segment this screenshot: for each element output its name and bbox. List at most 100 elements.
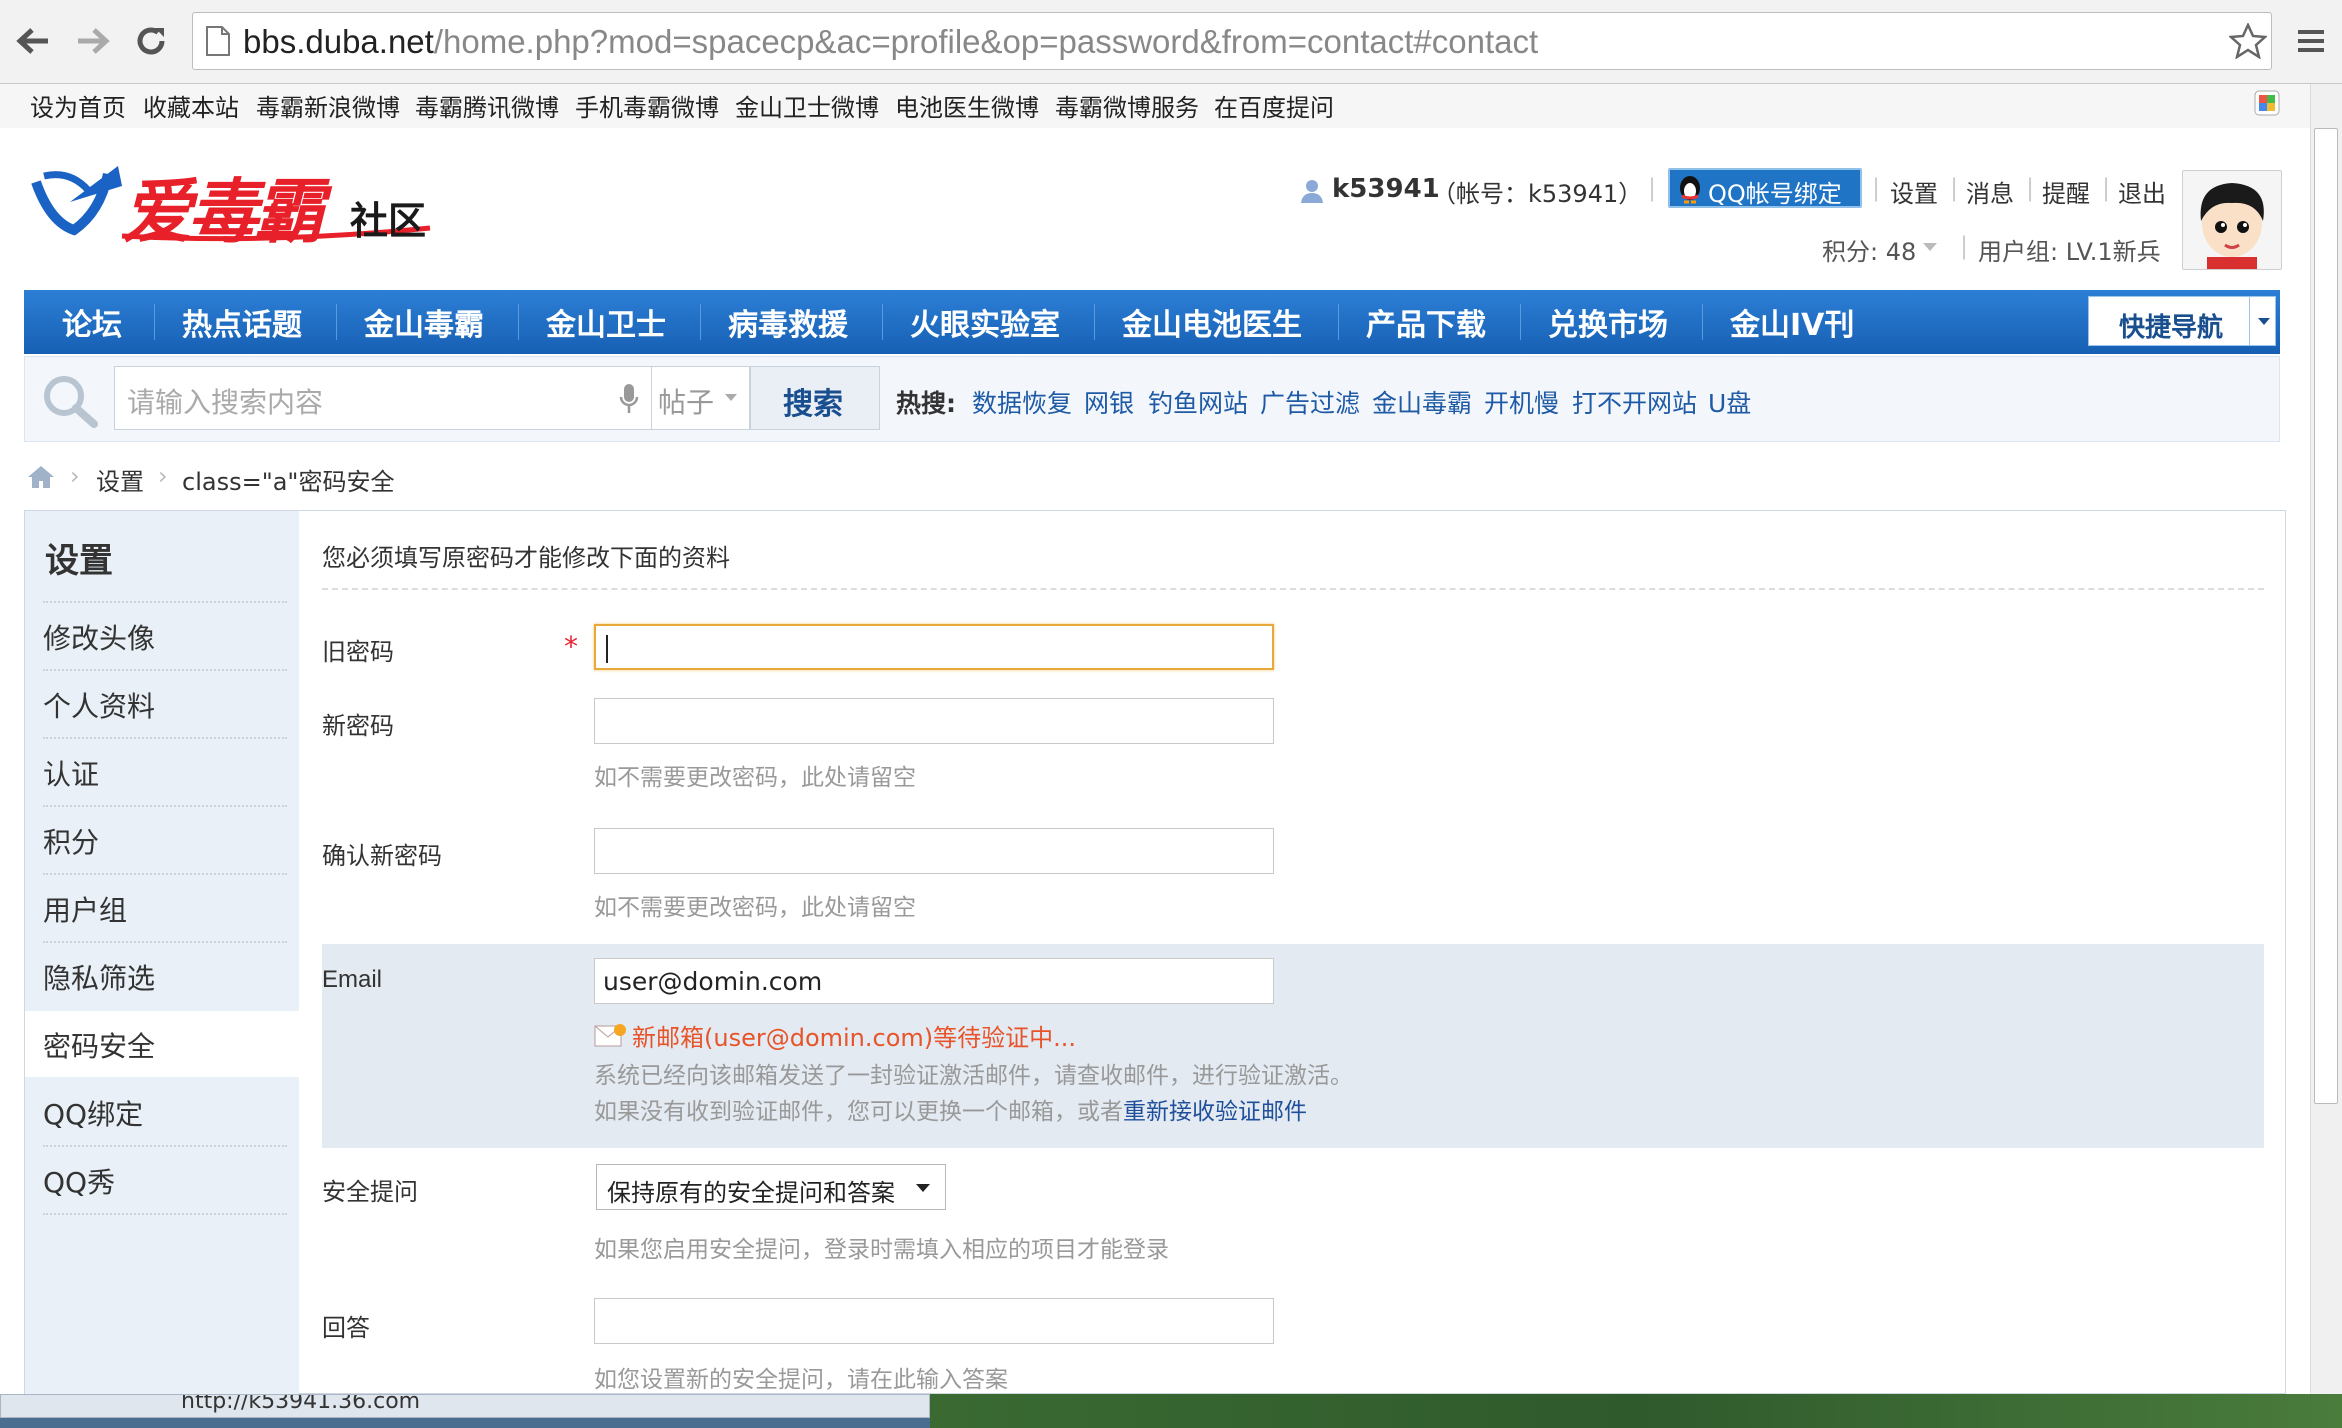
answer-hint: 如您设置新的安全提问，请在此输入答案	[594, 1367, 1008, 1393]
nav-item-magazine[interactable]: 金山IV刊	[1730, 300, 1854, 344]
messages-link[interactable]: 消息	[1966, 174, 2014, 209]
user-group-link[interactable]: 用户组: LV.1新兵	[1978, 232, 2161, 267]
nav-item-hot-topics[interactable]: 热点话题	[182, 300, 302, 344]
back-icon[interactable]	[6, 14, 60, 68]
email-pending-text: 新邮箱(user@domin.com)等待验证中...	[632, 1024, 1077, 1052]
security-question-value: 保持原有的安全提问和答案	[607, 1179, 895, 1207]
sidebar-item-avatar[interactable]: 修改头像	[43, 617, 155, 657]
sidebar-item-qq-bind[interactable]: QQ绑定	[43, 1093, 143, 1133]
qq-penguin-icon	[1676, 174, 1704, 204]
hot-search-link[interactable]: 网银	[1084, 384, 1134, 420]
scrollbar-thumb[interactable]	[2314, 128, 2338, 1104]
chevron-down-icon	[724, 393, 738, 403]
sidebar-item-points[interactable]: 积分	[43, 821, 99, 861]
nav-item-forum[interactable]: 论坛	[62, 300, 122, 344]
resend-email-link[interactable]: 重新接收验证邮件	[1123, 1099, 1307, 1125]
status-bar: http://k53941.36.com	[0, 1394, 930, 1418]
bookmark-link[interactable]: 电池医生微博	[895, 88, 1039, 123]
confirm-password-label: 确认新密码	[322, 842, 442, 870]
hot-search-link[interactable]: 数据恢复	[972, 384, 1072, 420]
old-password-input[interactable]	[594, 624, 1274, 670]
nav-item-lab[interactable]: 火眼实验室	[910, 300, 1060, 344]
answer-label: 回答	[322, 1314, 370, 1342]
forward-icon[interactable]	[66, 14, 120, 68]
hot-search-link[interactable]: 广告过滤	[1260, 384, 1360, 420]
bookmark-link[interactable]: 收藏本站	[143, 88, 239, 123]
username-link[interactable]: k53941	[1332, 174, 1440, 204]
bookmark-link[interactable]: 毒霸新浪微博	[256, 88, 400, 123]
security-question-hint: 如果您启用安全提问，登录时需填入相应的项目才能登录	[594, 1237, 1169, 1263]
new-password-hint: 如不需要更改密码，此处请留空	[594, 765, 916, 791]
logo-text: 爱毒霸	[122, 171, 324, 253]
breadcrumb-settings[interactable]: 设置	[96, 462, 144, 497]
reload-icon[interactable]	[124, 14, 178, 68]
hot-search-link[interactable]: U盘	[1708, 384, 1751, 420]
bookmark-link[interactable]: 毒霸微博服务	[1055, 88, 1199, 123]
avatar[interactable]	[2182, 170, 2282, 270]
address-bar[interactable]: bbs.duba.net/home.php?mod=spacecp&ac=pro…	[192, 12, 2272, 70]
answer-input[interactable]	[594, 1298, 1274, 1344]
menu-icon[interactable]	[2284, 14, 2338, 68]
site-logo[interactable]: 爱毒霸 社区	[30, 152, 440, 253]
chevron-down-icon	[915, 1183, 931, 1193]
qq-bind-label: QQ帐号绑定	[1708, 180, 1842, 208]
quick-nav-label: 快捷导航	[2119, 313, 2224, 343]
bookmark-link[interactable]: 毒霸腾讯微博	[415, 88, 559, 123]
url-text: bbs.duba.net/home.php?mod=spacecp&ac=pro…	[243, 23, 1539, 60]
email-input[interactable]: user@domin.com	[594, 958, 1274, 1004]
nav-item-duba[interactable]: 金山毒霸	[364, 300, 484, 344]
logout-link[interactable]: 退出	[2118, 174, 2166, 209]
search-icon	[40, 372, 100, 428]
security-question-label: 安全提问	[322, 1178, 418, 1206]
search-input[interactable]: 请输入搜索内容	[114, 366, 652, 430]
nav-item-guard[interactable]: 金山卫士	[546, 300, 666, 344]
nav-item-exchange[interactable]: 兑换市场	[1548, 300, 1668, 344]
old-password-label: 旧密码	[322, 638, 394, 666]
microphone-icon[interactable]	[619, 383, 639, 415]
sidebar-item-qq-show[interactable]: QQ秀	[43, 1161, 115, 1201]
hot-search-link[interactable]: 打不开网站	[1572, 384, 1697, 420]
status-url: http://k53941.36.com	[181, 1394, 421, 1414]
new-password-input[interactable]	[594, 698, 1274, 744]
breadcrumb-current: class="a"密码安全	[182, 468, 395, 496]
page-icon	[205, 25, 231, 57]
bookmarks-bar: 设为首页 收藏本站 毒霸新浪微博 毒霸腾讯微博 手机毒霸微博 金山卫士微博 电池…	[0, 84, 2310, 128]
security-question-select[interactable]: 保持原有的安全提问和答案	[596, 1164, 946, 1210]
sidebar-item-password-label: 密码安全	[43, 1030, 156, 1063]
bookmark-link[interactable]: 金山卫士微博	[735, 88, 879, 123]
bookmark-link[interactable]: 手机毒霸微博	[575, 88, 719, 123]
email-value: user@domin.com	[603, 967, 823, 996]
email-info-line2: 如果没有收到验证邮件，您可以更换一个邮箱，或者重新接收验证邮件	[594, 1099, 1307, 1125]
notifications-link[interactable]: 提醒	[2042, 174, 2090, 209]
chevron-down-icon[interactable]	[1922, 242, 1938, 252]
hot-search-link[interactable]: 金山毒霸	[1372, 384, 1472, 420]
star-icon[interactable]	[2229, 23, 2267, 59]
extension-icon[interactable]	[2254, 90, 2280, 116]
search-type-value: 帖子	[658, 386, 715, 419]
sidebar-item-profile[interactable]: 个人资料	[43, 685, 155, 725]
bookmark-link[interactable]: 在百度提问	[1214, 88, 1334, 123]
logo-subtext: 社区	[350, 199, 427, 243]
divider	[322, 588, 2264, 590]
hot-search-link[interactable]: 钓鱼网站	[1148, 384, 1248, 420]
search-button[interactable]: 搜索	[750, 366, 880, 430]
points-link[interactable]: 积分: 48	[1822, 232, 1916, 267]
nav-item-downloads[interactable]: 产品下载	[1366, 300, 1486, 344]
search-button-label: 搜索	[783, 387, 843, 422]
qq-bind-button[interactable]: QQ帐号绑定	[1668, 168, 1862, 208]
home-icon[interactable]	[26, 464, 56, 490]
search-type-select[interactable]: 帖子	[652, 366, 750, 430]
search-placeholder: 请输入搜索内容	[127, 386, 324, 419]
desktop-background	[930, 1394, 2342, 1428]
quick-nav-button[interactable]: 快捷导航	[2088, 296, 2276, 346]
confirm-password-input[interactable]	[594, 828, 1274, 874]
sidebar-item-privacy[interactable]: 隐私筛选	[43, 957, 155, 997]
settings-link[interactable]: 设置	[1890, 174, 1938, 209]
nav-item-battery-doctor[interactable]: 金山电池医生	[1122, 300, 1302, 344]
sidebar-item-verify[interactable]: 认证	[43, 753, 99, 793]
sidebar-item-usergroup[interactable]: 用户组	[43, 889, 127, 929]
sidebar-item-password[interactable]: 密码安全	[25, 1011, 301, 1077]
hot-search-link[interactable]: 开机慢	[1484, 384, 1559, 420]
bookmark-link[interactable]: 设为首页	[30, 88, 126, 123]
nav-item-virus-rescue[interactable]: 病毒救援	[728, 300, 848, 344]
